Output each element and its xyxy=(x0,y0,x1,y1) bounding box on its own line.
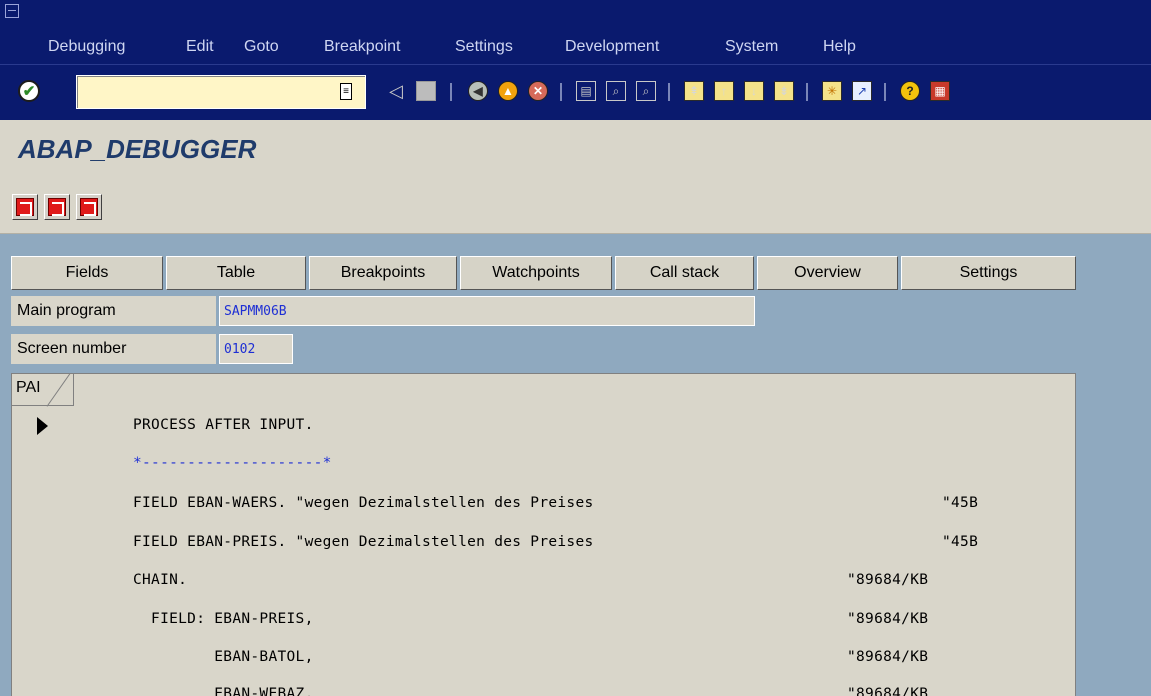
main-program-value: SAPMM06B xyxy=(219,296,755,326)
find-next-icon[interactable]: ⌕ xyxy=(634,79,658,103)
menu-breakpoint[interactable]: Breakpoint xyxy=(324,38,401,56)
toolbar-separator xyxy=(560,83,562,101)
menu-bar: Debugging Edit Goto Breakpoint Settings … xyxy=(0,0,1151,64)
generate-shortcut-icon[interactable]: ↗ xyxy=(850,79,874,103)
code-comment: "89684/KB xyxy=(847,572,929,588)
standard-toolbar: ✔ ≡ ◁ ◀ ▲ ✕ ▤ ⌕ ⌕ ⇞ ↑ ↓ ⇟ ✳ ↗ ? ▦ xyxy=(0,64,1151,120)
code-line: CHAIN. xyxy=(133,572,188,588)
main-program-label: Main program xyxy=(11,296,216,326)
code-line: EBAN-BATOL, xyxy=(133,649,314,665)
tab-settings[interactable]: Settings xyxy=(901,256,1076,290)
cancel-icon[interactable]: ✕ xyxy=(526,79,550,103)
page-title: ABAP_DEBUGGER xyxy=(18,134,257,164)
menu-help[interactable]: Help xyxy=(823,38,856,56)
code-comment: "89684/KB xyxy=(847,649,929,665)
application-toolbar xyxy=(0,180,1151,234)
menu-edit[interactable]: Edit xyxy=(186,38,214,56)
enter-check-icon[interactable]: ✔ xyxy=(18,80,40,102)
back-icon[interactable]: ◀ xyxy=(466,79,490,103)
code-line: PROCESS AFTER INPUT. xyxy=(133,417,314,433)
screen-number-value: 0102 xyxy=(219,334,293,364)
command-history-icon[interactable]: ≡ xyxy=(340,83,352,100)
tab-breakpoints[interactable]: Breakpoints xyxy=(309,256,457,290)
help-icon[interactable]: ? xyxy=(898,79,922,103)
find-icon[interactable]: ⌕ xyxy=(604,79,628,103)
previous-page-icon[interactable]: ↑ xyxy=(712,79,736,103)
toolbar-separator xyxy=(668,83,670,101)
next-page-icon[interactable]: ↓ xyxy=(742,79,766,103)
tab-fields[interactable]: Fields xyxy=(11,256,163,290)
back-arrow-small-icon[interactable]: ◁ xyxy=(384,79,408,103)
code-comment: "89684/KB xyxy=(847,686,929,696)
tab-watchpoints[interactable]: Watchpoints xyxy=(460,256,612,290)
print-icon[interactable]: ▤ xyxy=(574,79,598,103)
save-icon[interactable] xyxy=(414,79,438,103)
code-comment: "45B xyxy=(942,534,979,550)
tab-call-stack[interactable]: Call stack xyxy=(615,256,754,290)
toolbar-separator xyxy=(884,83,886,101)
menu-debugging[interactable]: Debugging xyxy=(48,38,125,56)
execute-icon[interactable] xyxy=(44,194,70,220)
menu-settings[interactable]: Settings xyxy=(455,38,513,56)
code-line: FIELD EBAN-WAERS. "wegen Dezimalstellen … xyxy=(133,495,594,511)
toolbar-separator xyxy=(450,83,452,101)
layout-menu-icon[interactable]: ▦ xyxy=(928,79,952,103)
code-line: FIELD EBAN-PREIS. "wegen Dezimalstellen … xyxy=(133,534,594,550)
code-tab-label: PAI xyxy=(16,379,41,396)
code-comment: "89684/KB xyxy=(847,611,929,627)
code-panel: PAI PROCESS AFTER INPUT. *--------------… xyxy=(11,373,1076,696)
menu-goto[interactable]: Goto xyxy=(244,38,279,56)
tab-overview[interactable]: Overview xyxy=(757,256,898,290)
single-step-icon[interactable] xyxy=(12,194,38,220)
current-line-arrow-icon xyxy=(37,417,48,435)
menu-development[interactable]: Development xyxy=(565,38,659,56)
title-bar: ABAP_DEBUGGER xyxy=(0,120,1151,180)
screen-number-label: Screen number xyxy=(11,334,216,364)
system-menu-icon[interactable] xyxy=(5,4,19,18)
toolbar-separator xyxy=(806,83,808,101)
tab-table[interactable]: Table xyxy=(166,256,306,290)
code-comment: "45B xyxy=(942,495,979,511)
return-icon[interactable] xyxy=(76,194,102,220)
first-page-icon[interactable]: ⇞ xyxy=(682,79,706,103)
code-line: *--------------------* xyxy=(133,455,332,471)
menu-system[interactable]: System xyxy=(725,38,778,56)
code-line: EBAN-WEBAZ, xyxy=(133,686,314,696)
exit-icon[interactable]: ▲ xyxy=(496,79,520,103)
last-page-icon[interactable]: ⇟ xyxy=(772,79,796,103)
create-session-icon[interactable]: ✳ xyxy=(820,79,844,103)
code-line: FIELD: EBAN-PREIS, xyxy=(133,611,314,627)
command-field[interactable] xyxy=(76,75,366,109)
